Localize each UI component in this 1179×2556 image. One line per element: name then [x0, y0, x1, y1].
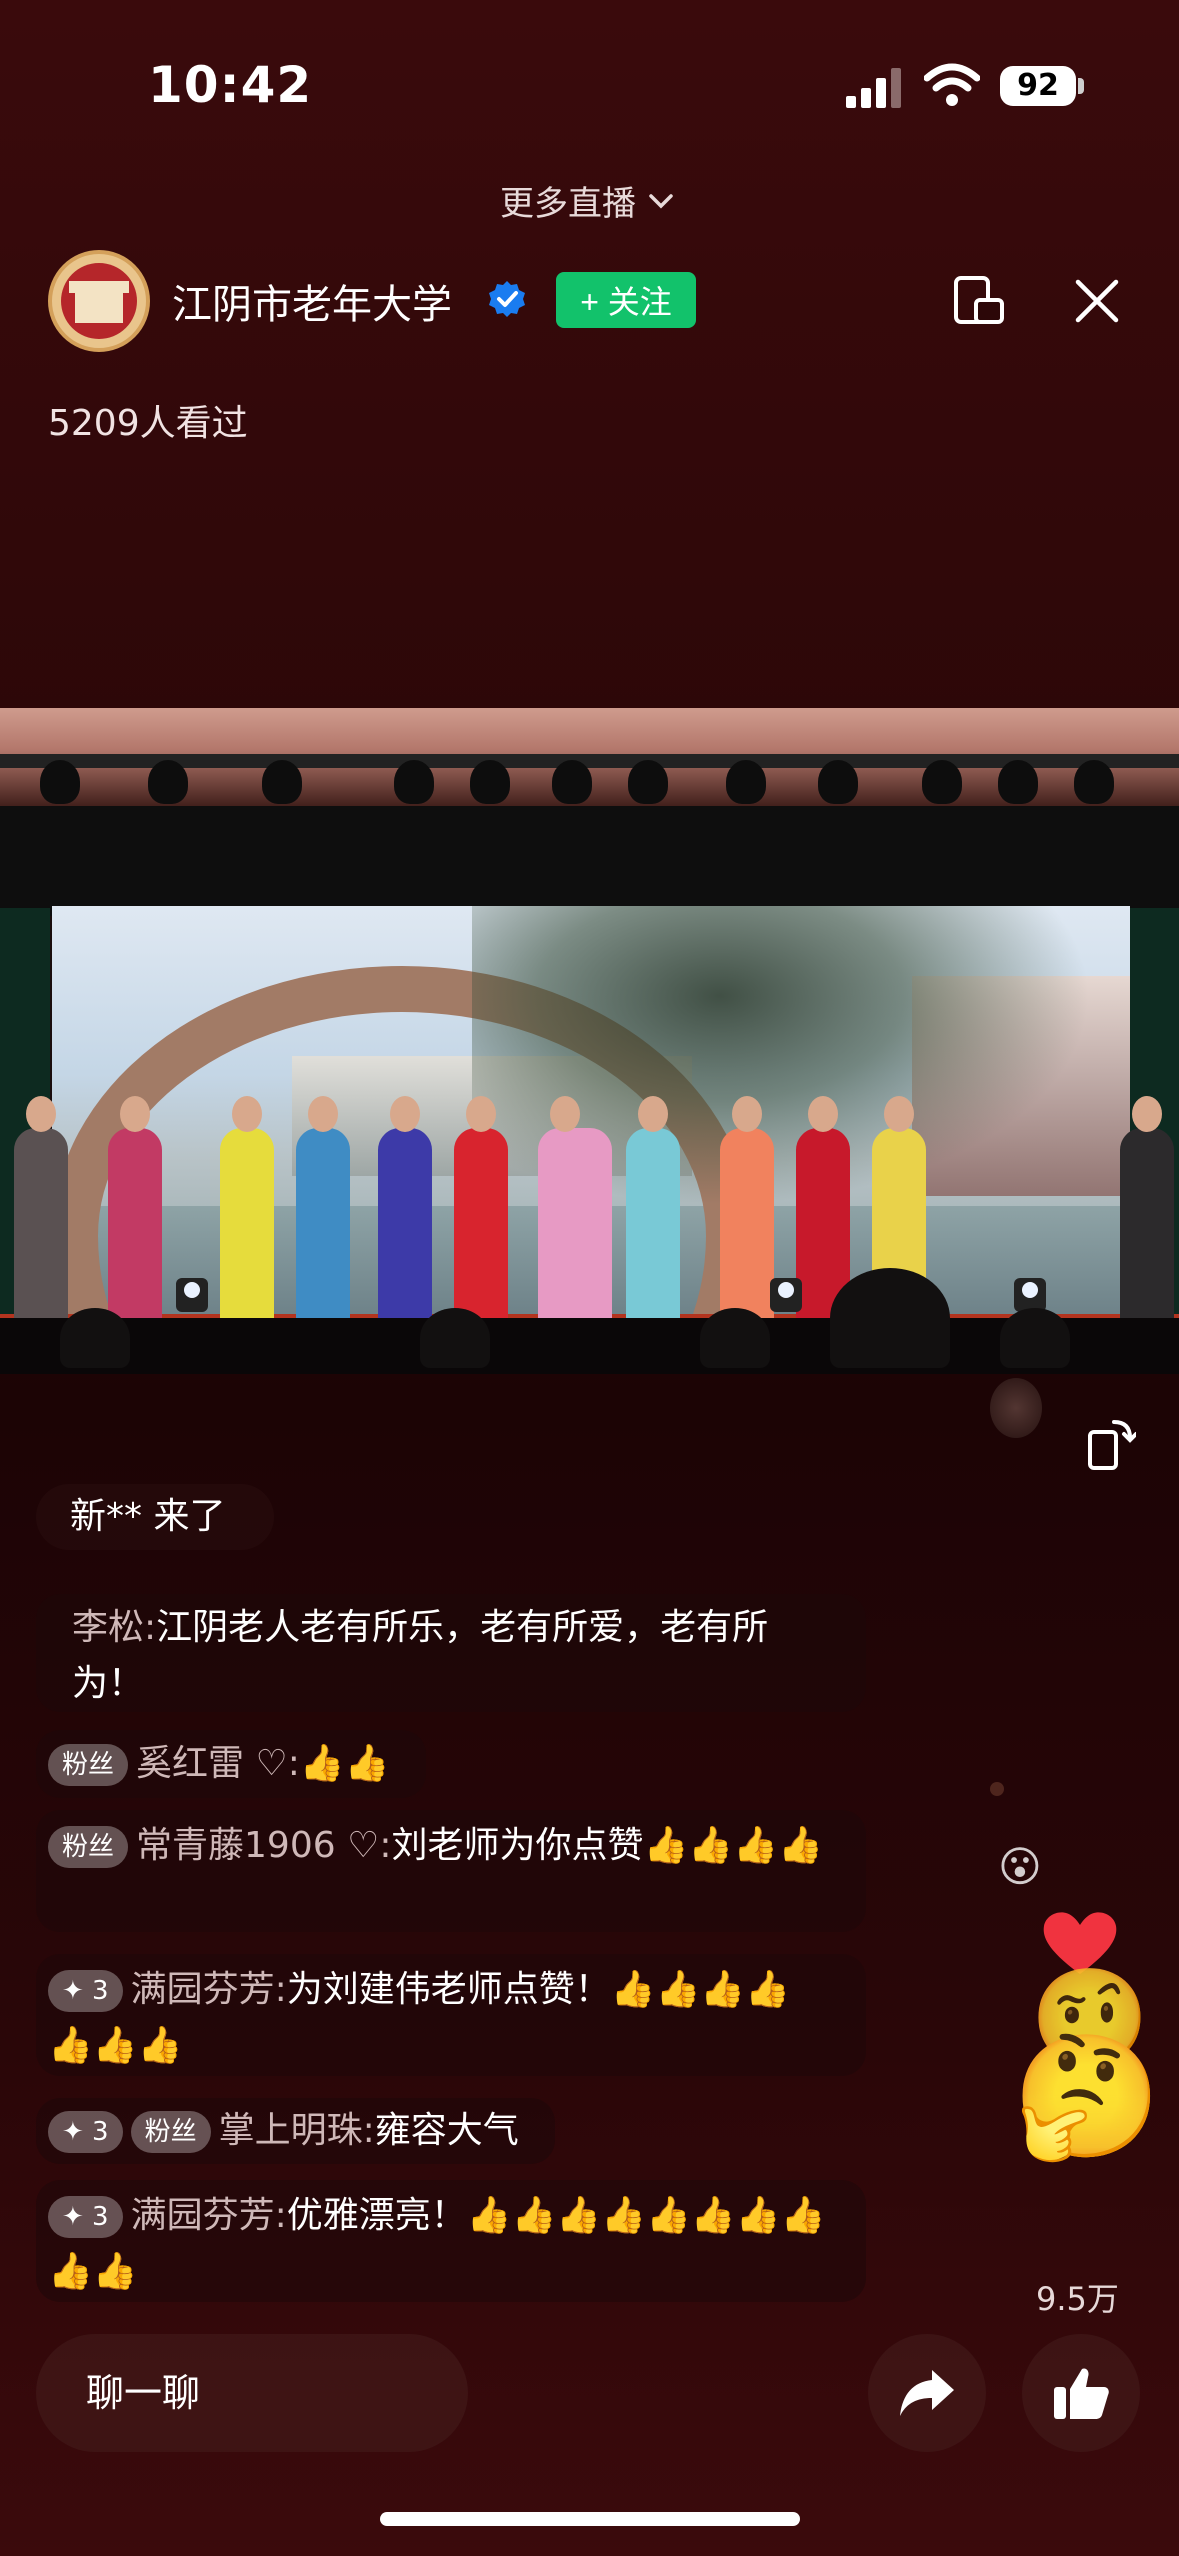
account-name[interactable]: 江阴市老年大学 — [172, 272, 452, 330]
performer — [1120, 1096, 1174, 1328]
performer — [14, 1096, 68, 1328]
stage-spotlight — [726, 760, 766, 804]
stage-spotlight — [148, 760, 188, 804]
chat-text: 江阴老人老有所乐，老有所爱，老有所为！ — [72, 1607, 769, 1704]
share-icon — [900, 2370, 954, 2416]
account-avatar[interactable] — [48, 250, 150, 352]
stage-spotlight — [552, 760, 592, 804]
performer — [626, 1096, 680, 1328]
follow-button[interactable]: + 关注 — [556, 272, 696, 328]
like-icon — [1054, 2368, 1109, 2419]
chat-username[interactable]: 满园芬芳 — [131, 1969, 275, 2010]
rotate-screen-icon[interactable] — [1086, 1416, 1136, 1472]
stage-spotlight — [998, 760, 1038, 804]
stage-spotlight — [818, 760, 858, 804]
stage-spotlight — [922, 760, 962, 804]
chat-text: 刘老师为你点赞👍👍👍👍 — [391, 1825, 823, 1866]
chat-username[interactable]: 奚红雷 — [136, 1743, 244, 1784]
chat-username[interactable]: 常青藤1906 — [136, 1825, 336, 1866]
stage-spotlight — [394, 760, 434, 804]
stage-spotlight — [628, 760, 668, 804]
level-badge: ✦ 3 — [48, 2111, 123, 2153]
chat-username[interactable]: 满园芬芳 — [131, 2195, 275, 2236]
floor-light — [770, 1278, 802, 1312]
more-live-dropdown[interactable]: 更多直播 — [500, 176, 674, 225]
chat-message: ✦ 3 满园芬芳:优雅漂亮！👍👍👍👍👍👍👍👍👍👍 — [36, 2180, 866, 2302]
level-badge: ✦ 3 — [48, 2196, 123, 2238]
performer — [378, 1096, 432, 1328]
stage-spotlight — [40, 760, 80, 804]
stage-spotlight — [262, 760, 302, 804]
audience-head — [1000, 1308, 1070, 1368]
signal-icon — [846, 68, 901, 108]
audience-head — [700, 1308, 770, 1368]
performer — [720, 1096, 774, 1328]
viewer-count: 5209人看过 — [48, 403, 248, 444]
audience-head — [420, 1308, 490, 1368]
share-button[interactable] — [868, 2334, 986, 2452]
chat-message: 粉丝 常青藤1906 ♡:刘老师为你点赞👍👍👍👍 — [36, 1810, 866, 1932]
performer — [454, 1096, 508, 1328]
fan-badge: 粉丝 — [130, 2111, 211, 2153]
performer — [538, 1096, 612, 1328]
viewer-mini-avatar — [990, 1378, 1042, 1438]
floating-emoji: 😮 — [998, 1842, 1042, 1891]
chat-message: ✦ 3 满园芬芳:为刘建伟老师点赞！👍👍👍👍👍👍👍 — [36, 1954, 866, 2076]
chat-username[interactable]: 掌上明珠 — [219, 2110, 363, 2151]
like-button[interactable] — [1022, 2334, 1140, 2452]
floor-light — [176, 1278, 208, 1312]
stage-spotlight — [1074, 760, 1114, 804]
chat-text: 雍容大气 — [374, 2110, 519, 2151]
chat-message: ✦ 3 粉丝 掌上明珠:雍容大气 — [36, 2098, 555, 2164]
chat-username[interactable]: 李松 — [72, 1607, 144, 1648]
chevron-down-icon — [649, 193, 673, 208]
stage-valance — [0, 806, 1179, 916]
level-badge: ✦ 3 — [48, 1970, 123, 2012]
chat-text: 👍👍 — [299, 1743, 390, 1784]
welcome-message: 新** 来了 — [36, 1484, 274, 1550]
performer — [296, 1096, 350, 1328]
close-icon[interactable] — [1070, 274, 1124, 328]
cast-icon[interactable] — [952, 274, 1006, 328]
live-video[interactable] — [0, 708, 1179, 1374]
audience-head — [830, 1268, 950, 1368]
battery-icon: 92 — [1000, 66, 1076, 106]
floating-particle — [990, 1782, 1004, 1796]
chat-message: 粉丝 奚红雷 ♡:👍👍 — [36, 1730, 426, 1798]
chat-input[interactable]: 聊一聊 — [36, 2334, 468, 2452]
stage-spotlight — [470, 760, 510, 804]
audience-head — [60, 1308, 130, 1368]
more-live-label: 更多直播 — [500, 184, 636, 224]
performer — [220, 1096, 274, 1328]
like-count: 9.5万 — [1036, 2280, 1119, 2318]
wifi-icon — [924, 63, 980, 106]
fan-badge: 粉丝 — [48, 1744, 129, 1786]
floating-emoji: 🤔 — [1012, 2028, 1162, 2167]
status-time: 10:42 — [148, 56, 313, 114]
avatar-logo — [61, 263, 137, 339]
verified-icon — [489, 281, 525, 317]
performer — [108, 1096, 162, 1328]
home-indicator — [380, 2512, 800, 2526]
floor-light — [1014, 1278, 1046, 1312]
fan-badge: 粉丝 — [48, 1826, 129, 1868]
battery-tip — [1078, 78, 1084, 94]
chat-message: 李松:江阴老人老有所乐，老有所爱，老有所为！ — [36, 1594, 866, 1712]
